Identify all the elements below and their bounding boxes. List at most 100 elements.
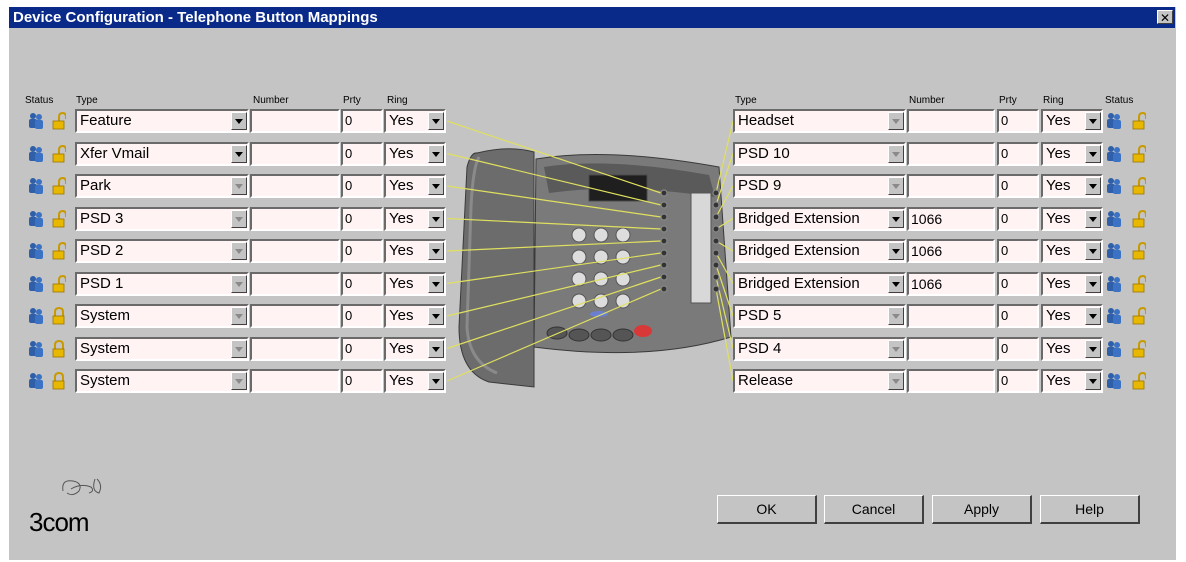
priority-field[interactable]: 0 <box>997 239 1039 263</box>
3com-logo: 3com <box>29 507 90 537</box>
type-select[interactable]: PSD 10 <box>733 141 906 166</box>
right-row: PSD 4 0 Yes <box>9 336 1169 361</box>
chevron-down-icon[interactable] <box>1085 112 1101 130</box>
chevron-down-icon[interactable] <box>1085 274 1101 293</box>
chevron-down-icon[interactable] <box>888 112 904 130</box>
users-icon[interactable] <box>1105 177 1123 195</box>
ring-select-value: Yes <box>1046 372 1071 389</box>
priority-field[interactable]: 0 <box>997 109 1039 133</box>
ok-button[interactable]: OK <box>717 495 817 524</box>
chevron-down-icon[interactable] <box>1085 177 1101 195</box>
lock-open-icon[interactable] <box>1132 274 1146 293</box>
ring-select[interactable]: Yes <box>1041 141 1103 166</box>
priority-field[interactable]: 0 <box>997 141 1039 166</box>
ring-select-value: Yes <box>1046 144 1071 162</box>
right-row: Bridged Extension 1066 0 Yes <box>9 271 1169 296</box>
help-button[interactable]: Help <box>1040 495 1140 524</box>
chevron-down-icon[interactable] <box>888 339 904 358</box>
priority-field[interactable]: 0 <box>997 174 1039 198</box>
priority-field[interactable]: 0 <box>997 304 1039 328</box>
ring-select-value: Yes <box>1046 209 1071 227</box>
type-select[interactable]: Bridged Extension <box>733 239 906 263</box>
type-select-value: Bridged Extension <box>738 274 860 292</box>
type-select-value: PSD 4 <box>738 339 782 357</box>
type-select-value: Release <box>738 372 794 389</box>
right-row: Release 0 Yes <box>9 369 1169 393</box>
ring-select[interactable]: Yes <box>1041 271 1103 296</box>
number-field[interactable]: 1066 <box>907 271 995 296</box>
users-icon[interactable] <box>1105 275 1123 293</box>
users-icon[interactable] <box>1105 372 1123 390</box>
ring-select[interactable]: Yes <box>1041 206 1103 231</box>
lock-open-icon[interactable] <box>1132 242 1146 260</box>
type-select-value: PSD 5 <box>738 307 782 324</box>
users-icon[interactable] <box>1105 242 1123 260</box>
type-select-value: PSD 10 <box>738 144 790 162</box>
ring-select[interactable]: Yes <box>1041 109 1103 133</box>
ring-select[interactable]: Yes <box>1041 239 1103 263</box>
3com-logo-mark <box>62 478 102 496</box>
lock-open-icon[interactable] <box>1132 307 1146 325</box>
lock-open-icon[interactable] <box>1132 144 1146 163</box>
number-field[interactable] <box>907 174 995 198</box>
priority-field[interactable]: 0 <box>997 206 1039 231</box>
lock-open-icon[interactable] <box>1132 177 1146 195</box>
priority-field[interactable]: 0 <box>997 369 1039 393</box>
ring-select[interactable]: Yes <box>1041 304 1103 328</box>
ring-select-value: Yes <box>1046 177 1071 194</box>
priority-field[interactable]: 0 <box>997 271 1039 296</box>
priority-field[interactable]: 0 <box>997 336 1039 361</box>
users-icon[interactable] <box>1105 145 1123 163</box>
type-select[interactable]: Headset <box>733 109 906 133</box>
ring-select[interactable]: Yes <box>1041 369 1103 393</box>
number-field[interactable] <box>907 304 995 328</box>
number-field[interactable]: 1066 <box>907 206 995 231</box>
type-select[interactable]: Bridged Extension <box>733 271 906 296</box>
chevron-down-icon[interactable] <box>1085 307 1101 325</box>
number-field[interactable] <box>907 369 995 393</box>
right-row: PSD 9 0 Yes <box>9 174 1169 198</box>
users-icon[interactable] <box>1105 112 1123 130</box>
ring-select[interactable]: Yes <box>1041 336 1103 361</box>
type-select[interactable]: PSD 4 <box>733 336 906 361</box>
chevron-down-icon[interactable] <box>1085 144 1101 163</box>
users-icon[interactable] <box>1105 340 1123 358</box>
ring-select-value: Yes <box>1046 242 1071 259</box>
number-field[interactable] <box>907 336 995 361</box>
right-row: PSD 10 0 Yes <box>9 141 1169 166</box>
users-icon[interactable] <box>1105 210 1123 228</box>
users-icon[interactable] <box>1105 307 1123 325</box>
chevron-down-icon[interactable] <box>1085 339 1101 358</box>
type-select[interactable]: PSD 5 <box>733 304 906 328</box>
chevron-down-icon[interactable] <box>888 144 904 163</box>
number-field[interactable] <box>907 109 995 133</box>
chevron-down-icon[interactable] <box>888 177 904 195</box>
type-select-value: Bridged Extension <box>738 242 860 259</box>
ring-select[interactable]: Yes <box>1041 174 1103 198</box>
number-field[interactable] <box>907 141 995 166</box>
chevron-down-icon[interactable] <box>1085 242 1101 260</box>
ring-select-value: Yes <box>1046 274 1071 292</box>
ring-select-value: Yes <box>1046 112 1071 129</box>
chevron-down-icon[interactable] <box>888 242 904 260</box>
lock-open-icon[interactable] <box>1132 339 1146 358</box>
lock-open-icon[interactable] <box>1132 112 1146 130</box>
chevron-down-icon[interactable] <box>1085 209 1101 228</box>
type-select-value: Bridged Extension <box>738 209 860 227</box>
chevron-down-icon[interactable] <box>888 209 904 228</box>
type-select[interactable]: Release <box>733 369 906 393</box>
type-select[interactable]: Bridged Extension <box>733 206 906 231</box>
ring-select-value: Yes <box>1046 339 1071 357</box>
chevron-down-icon[interactable] <box>888 307 904 325</box>
dialog-window: Device Configuration - Telephone Button … <box>8 6 1176 560</box>
apply-button[interactable]: Apply <box>932 495 1032 524</box>
lock-open-icon[interactable] <box>1132 372 1146 390</box>
chevron-down-icon[interactable] <box>888 372 904 390</box>
right-row: Bridged Extension 1066 0 Yes <box>9 206 1169 231</box>
lock-open-icon[interactable] <box>1132 209 1146 228</box>
chevron-down-icon[interactable] <box>1085 372 1101 390</box>
type-select[interactable]: PSD 9 <box>733 174 906 198</box>
number-field[interactable]: 1066 <box>907 239 995 263</box>
cancel-button[interactable]: Cancel <box>824 495 924 524</box>
chevron-down-icon[interactable] <box>888 274 904 293</box>
